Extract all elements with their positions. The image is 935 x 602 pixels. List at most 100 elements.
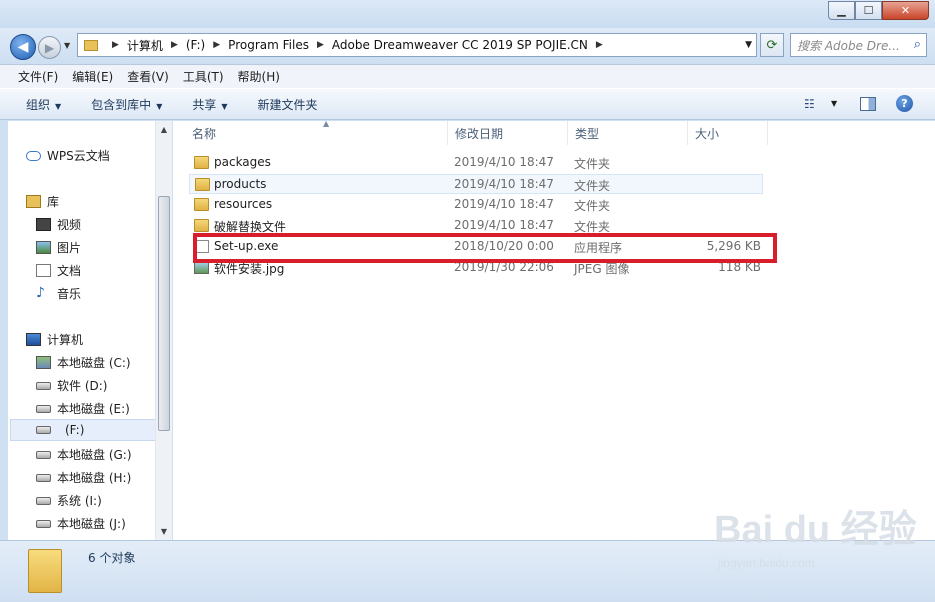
share-button[interactable]: 共享 ▼ xyxy=(192,96,227,113)
include-in-library-button[interactable]: 包含到库中 ▼ xyxy=(91,96,162,113)
forward-button[interactable]: ▶ xyxy=(38,36,61,59)
chevron-right-icon[interactable]: ▶ xyxy=(213,40,220,50)
watermark-url: jingyan.baidu.com xyxy=(718,556,815,570)
sidebar-item-videos[interactable]: 视频 xyxy=(36,216,81,233)
back-button[interactable]: ◀ xyxy=(10,34,36,60)
scroll-down-icon[interactable]: ▼ xyxy=(156,523,172,540)
sidebar-item-label: 软件 (D:) xyxy=(57,379,108,393)
sidebar-item-label: 本地磁盘 (G:) xyxy=(57,448,132,462)
table-row[interactable]: resources 2019/4/10 18:47 文件夹 xyxy=(189,195,763,215)
folder-icon xyxy=(195,178,210,191)
chevron-right-icon[interactable]: ▶ xyxy=(171,40,178,50)
folder-icon xyxy=(194,219,209,232)
scroll-thumb[interactable] xyxy=(158,196,170,431)
folder-icon xyxy=(194,156,209,169)
organize-button[interactable]: 组织 ▼ xyxy=(26,96,61,113)
chevron-down-icon[interactable]: ▼ xyxy=(831,99,837,108)
search-input[interactable]: 搜索 Adobe Dre... ⌕ xyxy=(790,33,927,57)
sidebar-item-drive-h[interactable]: 本地磁盘 (H:) xyxy=(36,469,131,486)
sidebar-item-label: 系统 (I:) xyxy=(57,494,102,508)
file-type: 文件夹 xyxy=(574,199,611,213)
breadcrumb-current-folder[interactable]: Adobe Dreamweaver CC 2019 SP POJIE.CN xyxy=(332,38,588,52)
drive-icon xyxy=(36,519,51,528)
sidebar-item-drive-c[interactable]: 本地磁盘 (C:) xyxy=(36,354,131,371)
file-list: 名称 ▲ 修改日期 类型 大小 packages 2019/4/10 18:47… xyxy=(173,119,935,540)
sidebar-item-label: 视频 xyxy=(57,218,82,232)
sidebar-item-drive-d[interactable]: 软件 (D:) xyxy=(36,377,107,394)
drive-icon xyxy=(36,426,51,434)
new-folder-button[interactable]: 新建文件夹 xyxy=(258,96,318,113)
scroll-up-icon[interactable]: ▲ xyxy=(156,121,172,138)
sidebar-item-label: 本地磁盘 (J:) xyxy=(57,517,126,531)
file-date: 2019/4/10 18:47 xyxy=(454,197,554,211)
maximize-button[interactable]: ☐ xyxy=(855,1,882,20)
sidebar-item-drive-f[interactable]: (F:) xyxy=(36,423,84,437)
folder-icon xyxy=(28,549,62,593)
column-header-type[interactable]: 类型 xyxy=(568,121,688,145)
view-options-icon[interactable]: ☷ xyxy=(804,97,815,111)
sidebar-item-pictures[interactable]: 图片 xyxy=(36,239,81,256)
sidebar-item-computer[interactable]: 计算机 xyxy=(26,331,83,348)
breadcrumb-program-files[interactable]: Program Files xyxy=(228,38,309,52)
window-controls: ▁ ☐ ✕ xyxy=(828,1,929,20)
minimize-button[interactable]: ▁ xyxy=(828,1,855,20)
table-row[interactable]: products 2019/4/10 18:47 文件夹 xyxy=(189,174,763,194)
item-count: 6 个对象 xyxy=(88,551,136,565)
column-header-name[interactable]: 名称 ▲ xyxy=(185,119,448,145)
menu-help[interactable]: 帮助(H) xyxy=(238,68,280,85)
sidebar-item-documents[interactable]: 文档 xyxy=(36,262,81,279)
menu-tools[interactable]: 工具(T) xyxy=(183,68,224,85)
sidebar-item-label: 音乐 xyxy=(57,287,82,301)
menu-file[interactable]: 文件(F) xyxy=(18,68,58,85)
arrow-left-icon: ◀ xyxy=(17,39,29,55)
breadcrumb-drive-f[interactable]: (F:) xyxy=(186,38,205,52)
search-placeholder: 搜索 Adobe Dre... xyxy=(797,38,900,53)
system-drive-icon xyxy=(36,356,51,369)
sidebar-item-label: 文档 xyxy=(57,264,82,278)
address-bar[interactable]: ▶ 计算机 ▶ (F:) ▶ Program Files ▶ Adobe Dre… xyxy=(77,33,757,57)
column-header-label: 修改日期 xyxy=(455,126,504,141)
sidebar-item-drive-e[interactable]: 本地磁盘 (E:) xyxy=(36,400,130,417)
chevron-right-icon[interactable]: ▶ xyxy=(112,40,119,50)
folder-icon xyxy=(194,198,209,211)
chevron-down-icon: ▼ xyxy=(221,101,228,111)
folder-icon xyxy=(84,39,98,51)
library-icon xyxy=(26,195,41,208)
table-row[interactable]: packages 2019/4/10 18:47 文件夹 xyxy=(189,153,763,173)
search-icon[interactable]: ⌕ xyxy=(914,37,921,52)
sidebar-item-label: 计算机 xyxy=(47,333,84,347)
sidebar-item-drive-j[interactable]: 本地磁盘 (J:) xyxy=(36,515,126,532)
column-header-label: 类型 xyxy=(575,126,600,141)
refresh-button[interactable]: ⟳ xyxy=(760,33,784,57)
drive-icon xyxy=(36,450,51,459)
column-header-size[interactable]: 大小 xyxy=(688,121,768,145)
chevron-right-icon[interactable]: ▶ xyxy=(596,40,603,50)
sidebar-item-wps[interactable]: WPS云文档 xyxy=(26,147,110,164)
arrow-right-icon: ▶ xyxy=(44,40,55,55)
column-header-date[interactable]: 修改日期 xyxy=(448,121,568,145)
chevron-right-icon[interactable]: ▶ xyxy=(317,40,324,50)
menu-view[interactable]: 查看(V) xyxy=(127,68,169,85)
chevron-down-icon[interactable]: ▼ xyxy=(745,40,752,50)
sidebar-item-label: 本地磁盘 (C:) xyxy=(57,356,131,370)
sidebar-item-label: 库 xyxy=(47,195,60,209)
organize-label: 组织 xyxy=(26,97,51,112)
sidebar-item-library[interactable]: 库 xyxy=(26,193,59,210)
drive-icon xyxy=(36,473,51,482)
column-header-label: 大小 xyxy=(695,126,720,141)
sidebar-item-music[interactable]: ♪ 音乐 xyxy=(36,285,81,302)
close-button[interactable]: ✕ xyxy=(882,1,929,20)
sidebar-item-label: (F:) xyxy=(65,423,85,437)
sidebar-item-label: 本地磁盘 (E:) xyxy=(57,402,130,416)
column-header-label: 名称 xyxy=(192,126,217,141)
help-icon[interactable]: ? xyxy=(896,95,913,112)
recent-pages-button[interactable]: ▼ xyxy=(64,41,70,50)
sidebar-item-drive-g[interactable]: 本地磁盘 (G:) xyxy=(36,446,132,463)
menu-edit[interactable]: 编辑(E) xyxy=(72,68,113,85)
sidebar-scrollbar[interactable]: ▲ ▼ xyxy=(155,121,172,540)
breadcrumb-computer[interactable]: 计算机 xyxy=(127,37,163,54)
navigation-bar: ◀ ▶ ▼ ▶ 计算机 ▶ (F:) ▶ Program Files ▶ Ado… xyxy=(0,28,935,64)
sidebar-item-drive-i[interactable]: 系统 (I:) xyxy=(36,492,102,509)
preview-pane-icon[interactable] xyxy=(860,97,876,111)
refresh-icon: ⟳ xyxy=(766,37,778,53)
